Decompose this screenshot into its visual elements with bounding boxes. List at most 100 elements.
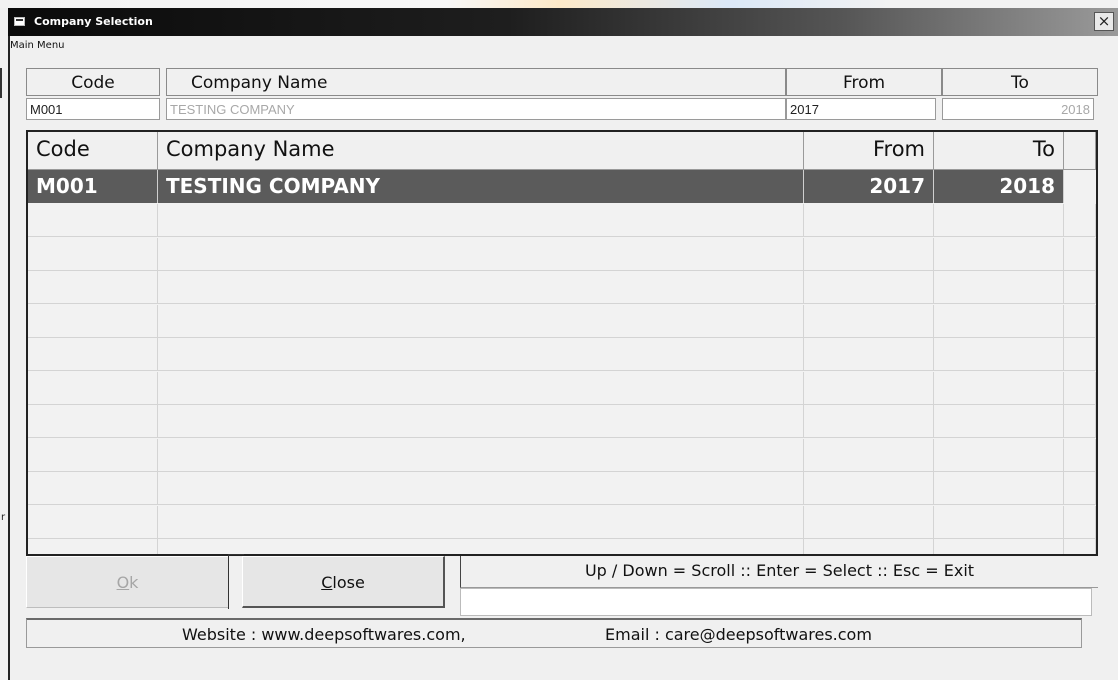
cell-to[interactable]: 2018 [934, 170, 1064, 203]
cell-from[interactable]: 2017 [804, 170, 934, 203]
empty-grid-cell [934, 539, 1064, 554]
filter-company-name-input[interactable] [170, 99, 782, 119]
empty-grid-cell [1064, 438, 1096, 472]
empty-grid-cell [1064, 204, 1096, 237]
grid-header-code[interactable]: Code [28, 132, 158, 170]
empty-grid-cell [28, 405, 158, 438]
empty-grid-row [28, 304, 1096, 338]
close-button-label: Close [321, 573, 365, 592]
empty-grid-row [28, 472, 1096, 505]
empty-grid-cell [1064, 405, 1096, 438]
grid-header-spacer [1064, 132, 1096, 170]
filter-code-input[interactable] [30, 99, 156, 119]
empty-grid-cell [1064, 271, 1096, 304]
empty-grid-cell [28, 438, 158, 472]
grid-header-to[interactable]: To [934, 132, 1064, 170]
cell-spacer [1064, 170, 1096, 203]
empty-grid-cell [1064, 472, 1096, 505]
filter-header-to: To [942, 68, 1098, 96]
empty-grid-cell [28, 539, 158, 554]
empty-grid-cell [934, 271, 1064, 304]
empty-grid-cell [28, 371, 158, 405]
empty-grid-row [28, 237, 1096, 271]
empty-grid-row [28, 204, 1096, 237]
empty-grid-cell [158, 237, 804, 271]
company-grid[interactable]: Code Company Name From To M001 TESTING C… [26, 130, 1098, 556]
keyboard-hint: Up / Down = Scroll :: Enter = Select :: … [460, 556, 1098, 588]
empty-grid-cell [804, 438, 934, 472]
empty-grid-cell [804, 237, 934, 271]
empty-grid-row [28, 539, 1096, 554]
cell-code[interactable]: M001 [28, 170, 158, 203]
empty-grid-cell [934, 472, 1064, 505]
empty-grid-cell [158, 304, 804, 338]
footer-email: Email : care@deepsoftwares.com [605, 625, 872, 644]
empty-grid-cell [804, 338, 934, 371]
empty-grid-cell [158, 539, 804, 554]
empty-grid-cell [1064, 338, 1096, 371]
window-title: Company Selection [34, 15, 153, 28]
empty-grid-row [28, 505, 1096, 539]
empty-grid-cell [934, 338, 1064, 371]
close-button[interactable]: Close [242, 556, 445, 608]
table-row-selected[interactable]: M001 TESTING COMPANY 2017 2018 [28, 170, 1096, 203]
empty-grid-cell [158, 472, 804, 505]
empty-grid-cell [934, 371, 1064, 405]
empty-grid-cell [934, 505, 1064, 539]
empty-grid-cell [804, 505, 934, 539]
empty-grid-cell [804, 371, 934, 405]
filter-from-input[interactable] [790, 99, 932, 119]
empty-grid-cell [804, 539, 934, 554]
filter-from-field[interactable] [786, 98, 936, 120]
empty-grid-cell [1064, 237, 1096, 271]
empty-grid-cell [804, 304, 934, 338]
empty-grid-cell [28, 505, 158, 539]
empty-grid-cell [934, 204, 1064, 237]
empty-grid-row [28, 405, 1096, 438]
empty-grid-cell [804, 271, 934, 304]
empty-grid-cell [158, 405, 804, 438]
empty-grid-cell [158, 338, 804, 371]
close-icon[interactable]: × [1094, 12, 1114, 31]
empty-grid-cell [804, 405, 934, 438]
empty-grid-cell [158, 371, 804, 405]
empty-grid-cell [934, 438, 1064, 472]
empty-grid-row [28, 338, 1096, 371]
empty-grid-cell [28, 271, 158, 304]
filter-to-input[interactable] [946, 99, 1090, 119]
empty-grid-cell [158, 271, 804, 304]
background-text-fragment: r [1, 512, 6, 523]
ok-button[interactable]: Ok [26, 556, 229, 608]
empty-grid-cell [1064, 371, 1096, 405]
grid-header-from[interactable]: From [804, 132, 934, 170]
empty-grid-cell [158, 438, 804, 472]
empty-grid-cell [934, 237, 1064, 271]
grid-header-company-name[interactable]: Company Name [158, 132, 804, 170]
grid-header-row: Code Company Name From To [28, 132, 1096, 170]
empty-grid-cell [28, 338, 158, 371]
menu-main[interactable]: Main Menu [10, 40, 65, 51]
empty-grid-row [28, 271, 1096, 304]
status-field [460, 588, 1092, 616]
empty-grid-cell [158, 505, 804, 539]
background-strip [0, 0, 1118, 8]
empty-grid-cell [28, 472, 158, 505]
filter-code-field[interactable] [26, 98, 160, 120]
empty-grid-cell [28, 304, 158, 338]
empty-grid-cell [804, 204, 934, 237]
filter-to-field[interactable] [942, 98, 1094, 120]
empty-grid-cell [28, 204, 158, 237]
empty-grid-cell [1064, 539, 1096, 554]
empty-grid-row [28, 438, 1096, 472]
empty-grid-cell [158, 204, 804, 237]
cell-company-name[interactable]: TESTING COMPANY [158, 170, 804, 203]
empty-grid-cell [1064, 505, 1096, 539]
empty-grid-cell [804, 472, 934, 505]
filter-header-from: From [786, 68, 942, 96]
title-bar[interactable]: Company Selection × [8, 8, 1118, 36]
filter-company-name-field[interactable] [166, 98, 786, 120]
empty-grid-cell [28, 237, 158, 271]
filter-header-company-name: Company Name [166, 68, 786, 96]
footer-website: Website : www.deepsoftwares.com, [182, 625, 466, 644]
filter-header-code: Code [26, 68, 160, 96]
